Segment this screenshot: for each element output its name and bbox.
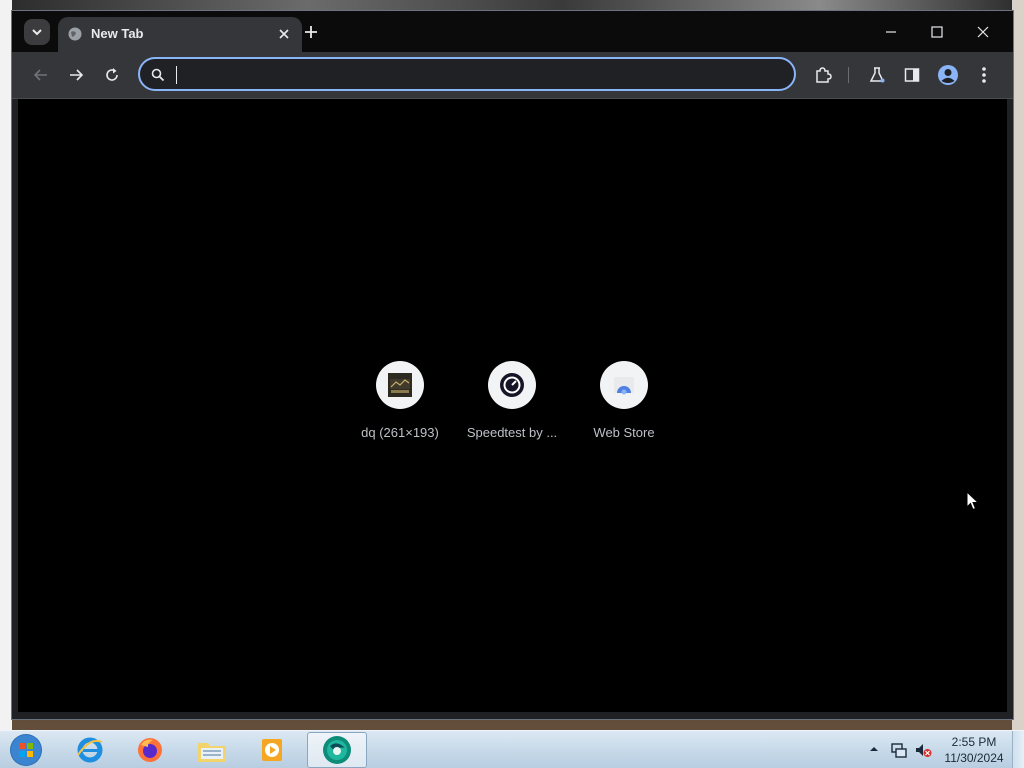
shortcut-label: Speedtest by ... (466, 425, 558, 440)
search-icon (151, 68, 165, 82)
menu-button[interactable] (973, 64, 995, 86)
tab-new-tab[interactable]: New Tab (58, 17, 302, 52)
taskbar-app-media-player[interactable] (244, 732, 300, 768)
clock-date: 11/30/2024 (944, 751, 1004, 765)
arrow-left-icon (33, 69, 47, 81)
browser-toolbar (12, 52, 1013, 99)
side-panel-button[interactable] (901, 64, 923, 86)
dq-thumbnail-icon (388, 373, 412, 397)
web-store-icon (614, 377, 634, 395)
globe-icon (68, 27, 82, 41)
shortcut-label: Web Store (593, 425, 655, 440)
avatar-icon (938, 65, 958, 85)
tab-search-button[interactable] (24, 19, 50, 45)
shortcut-icon-circle (600, 361, 648, 409)
reload-icon (106, 68, 118, 81)
taskbar: 2:55 PM 11/30/2024 (0, 730, 1024, 768)
speedometer-icon (500, 373, 524, 397)
back-button[interactable] (30, 64, 52, 86)
title-bar: New Tab (12, 11, 1013, 52)
shortcut-icon-circle (376, 361, 424, 409)
browser-window: New Tab dq (261×193) Speedtest by ... We… (11, 10, 1014, 720)
network-icon[interactable] (890, 741, 908, 759)
shortcut-icon-circle (488, 361, 536, 409)
new-tab-page: dq (261×193) Speedtest by ... Web Store (18, 99, 1007, 712)
file-explorer-icon (198, 743, 226, 762)
extensions-button[interactable] (812, 64, 834, 86)
shortcut-label: dq (261×193) (361, 425, 439, 440)
labs-button[interactable] (866, 64, 888, 86)
tab-title: New Tab (91, 26, 144, 41)
new-tab-plus-icon[interactable] (302, 23, 320, 41)
maximize-icon[interactable] (928, 23, 946, 41)
profile-button[interactable] (937, 64, 959, 86)
shortcut-tile[interactable]: dq (261×193) (344, 361, 456, 440)
show-desktop-button[interactable] (1012, 731, 1024, 768)
shortcut-tile[interactable]: Web Store (568, 361, 680, 440)
chevron-down-icon (32, 29, 42, 36)
system-clock[interactable]: 2:55 PM 11/30/2024 (938, 734, 1010, 766)
reload-button[interactable] (101, 64, 123, 86)
side-panel-icon (904, 68, 920, 82)
browser-icon (323, 736, 351, 764)
flask-icon (869, 67, 885, 83)
start-button[interactable] (8, 733, 44, 767)
forward-button[interactable] (65, 64, 87, 86)
mouse-pointer-icon (966, 491, 980, 511)
taskbar-app-file-explorer[interactable] (184, 732, 240, 768)
media-player-icon (262, 739, 282, 761)
puzzle-piece-icon (816, 67, 832, 83)
shortcut-tile[interactable]: Speedtest by ... (456, 361, 568, 440)
arrow-right-icon (70, 69, 84, 81)
toolbar-divider (848, 67, 849, 83)
close-tab-icon[interactable] (276, 26, 292, 42)
clock-time: 2:55 PM (951, 735, 997, 749)
minimize-icon[interactable] (882, 23, 900, 41)
windows-start-orb-icon (10, 734, 42, 766)
taskbar-app-browser[interactable] (307, 732, 367, 768)
taskbar-app-firefox[interactable] (122, 732, 178, 768)
address-input[interactable] (174, 64, 778, 86)
kebab-menu-icon (982, 67, 986, 83)
firefox-icon (138, 738, 162, 762)
internet-explorer-icon (77, 737, 103, 763)
text-caret (176, 66, 177, 84)
show-hidden-icons-icon[interactable] (869, 744, 879, 754)
volume-muted-icon[interactable] (914, 741, 932, 759)
address-bar[interactable] (138, 57, 796, 91)
close-window-icon[interactable] (974, 23, 992, 41)
taskbar-app-internet-explorer[interactable] (62, 732, 118, 768)
